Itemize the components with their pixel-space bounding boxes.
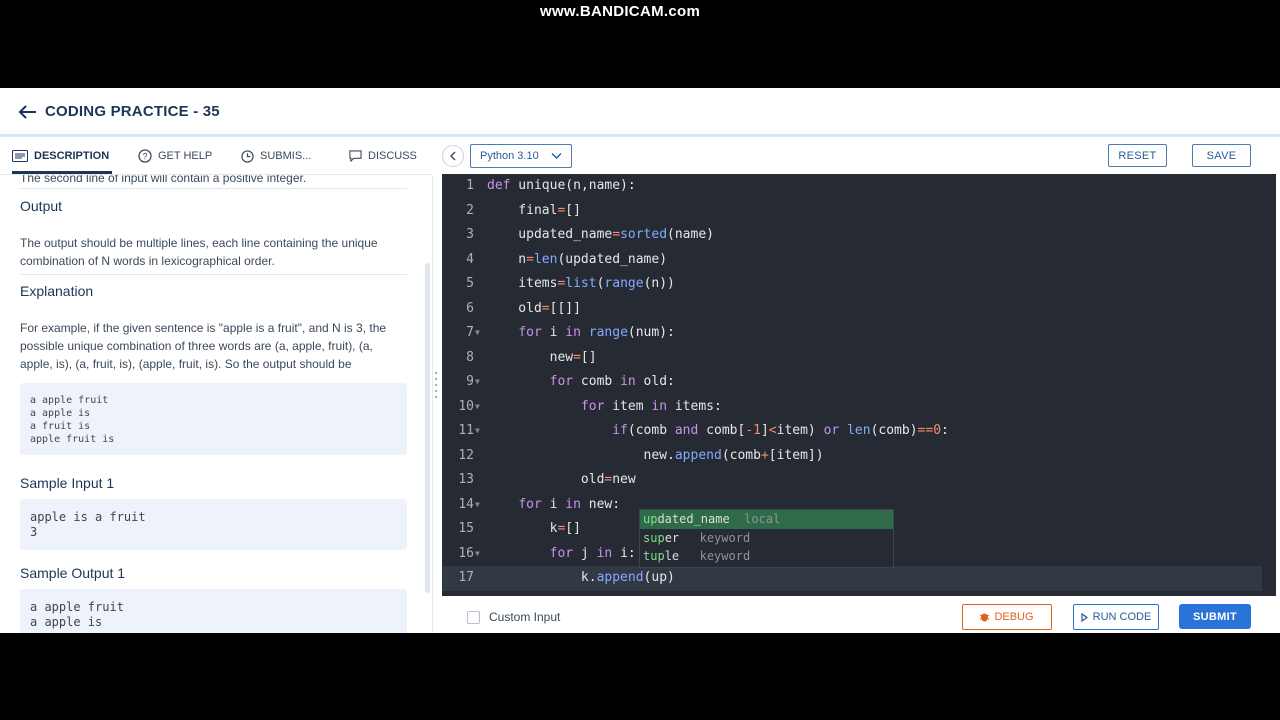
autocomplete-popup[interactable]: updated_name local super keyword tuple k…: [639, 509, 894, 568]
panel-scrollbar[interactable]: [425, 263, 430, 593]
bug-icon: [980, 613, 990, 622]
sample-output-heading: Sample Output 1: [20, 565, 126, 581]
resize-handle[interactable]: [434, 370, 438, 402]
active-tab-indicator: [12, 171, 112, 174]
autocomplete-kind: keyword: [699, 549, 751, 563]
code-line: 12 new.append(comb+[item]): [458, 447, 824, 463]
tab-get-help[interactable]: ? GET HELP: [138, 138, 212, 174]
autocomplete-item[interactable]: updated_name local: [640, 510, 893, 529]
sample-output-line: a apple fruit: [30, 600, 124, 614]
tab-description-label: DESCRIPTION: [34, 150, 110, 162]
sample-input-box: apple is a fruit 3: [20, 499, 407, 550]
document-icon: [12, 150, 28, 162]
explanation-text-1: For example, if the given sentence is "a…: [20, 321, 387, 335]
debug-button[interactable]: DEBUG: [962, 604, 1052, 630]
code-line: 10 ▼ for item in items:: [458, 398, 722, 414]
app: CODING PRACTICE - 35 DESCRIPTION ? GET H…: [0, 88, 1280, 633]
code-line: 8 new=[]: [466, 349, 597, 365]
code-line: 11 ▼ if(comb and comb[-1]<item) or len(co…: [458, 423, 949, 438]
code-line: 13 old=new: [458, 472, 636, 487]
partial-input-line: The second line of input will contain a …: [20, 175, 307, 185]
language-select-value: Python 3.10: [480, 150, 539, 162]
run-code-label: RUN CODE: [1092, 611, 1152, 623]
help-icon: ?: [138, 149, 152, 163]
recording-watermark: www.BANDICAM.com: [540, 3, 701, 20]
description-panel: The second line of input will contain a …: [0, 175, 433, 633]
example-output-box: a apple fruit a apple is a fruit is appl…: [20, 383, 407, 455]
reset-button[interactable]: RESET: [1108, 144, 1167, 167]
sample-input-line: apple is a fruit: [30, 510, 146, 524]
sample-output-box: a apple fruit a apple is: [20, 589, 407, 633]
tab-get-help-label: GET HELP: [158, 150, 213, 162]
code-line-active: 17 k.append(up): [442, 566, 1262, 591]
explanation-text-2: possible unique combination of three wor…: [20, 339, 373, 353]
back-arrow-icon[interactable]: [18, 104, 38, 120]
collapse-panel-button[interactable]: [442, 145, 464, 167]
autocomplete-kind: local: [744, 512, 781, 526]
debug-button-label: DEBUG: [994, 611, 1034, 623]
header: CODING PRACTICE - 35: [0, 88, 1280, 137]
code-line: 1 def unique(n,name):: [466, 178, 636, 193]
output-text-1: The output should be multiple lines, eac…: [20, 236, 378, 250]
autocomplete-kind: keyword: [699, 530, 751, 545]
code-line: 7 ▼ for i in range(num):: [466, 325, 675, 340]
divider: [20, 274, 407, 275]
code-line: 2 final=[]: [466, 202, 581, 218]
example-line: apple fruit is: [30, 434, 115, 445]
code-line: 6 old=[[]]: [466, 300, 581, 316]
run-code-button[interactable]: RUN CODE: [1073, 604, 1159, 630]
explanation-text-3: apple, is), (a, fruit, is), (apple, frui…: [20, 357, 352, 371]
page-title: CODING PRACTICE - 35: [45, 103, 220, 120]
chevron-left-icon: [450, 151, 456, 161]
chat-icon: [349, 150, 362, 162]
output-heading: Output: [20, 198, 63, 214]
sample-input-line: 3: [30, 525, 38, 539]
sample-input-heading: Sample Input 1: [20, 475, 115, 491]
description-tabs: DESCRIPTION ? GET HELP SUBMIS... DISCUSS: [0, 138, 432, 175]
output-text-2: combination of N words in lexicographica…: [20, 254, 275, 268]
autocomplete-match: sup: [643, 530, 665, 545]
chevron-down-icon: [551, 153, 562, 159]
tab-discuss[interactable]: DISCUSS: [349, 138, 417, 174]
autocomplete-rest: er: [664, 530, 680, 545]
divider: [20, 188, 407, 189]
tab-discuss-label: DISCUSS: [368, 150, 417, 162]
code-line: 5 items=list(range(n)): [466, 276, 675, 291]
autocomplete-item[interactable]: tuple keyword: [640, 547, 893, 566]
autocomplete-rest: dated_name: [657, 512, 730, 526]
autocomplete-match: tup: [643, 549, 665, 563]
explanation-heading: Explanation: [20, 283, 94, 299]
example-line: a fruit is: [30, 421, 91, 432]
submit-button[interactable]: SUBMIT: [1179, 604, 1251, 629]
example-line: a apple is: [30, 408, 91, 419]
sample-output-line: a apple is: [30, 615, 103, 629]
clock-icon: [241, 149, 254, 163]
tab-description[interactable]: DESCRIPTION: [12, 138, 109, 174]
play-icon: [1081, 612, 1088, 622]
language-select[interactable]: Python 3.10: [470, 144, 572, 168]
code-line: 4 n=len(updated_name): [466, 251, 668, 267]
custom-input-label: Custom Input: [489, 610, 561, 624]
editor-footer: Custom Input DEBUG RUN CODE SUBMIT: [432, 596, 1280, 633]
autocomplete-match: up: [643, 512, 658, 526]
tab-submissions[interactable]: SUBMIS...: [241, 138, 311, 174]
autocomplete-item[interactable]: super keyword: [640, 529, 893, 548]
tab-submissions-label: SUBMIS...: [260, 150, 312, 162]
example-line: a apple fruit: [30, 395, 109, 406]
save-button[interactable]: SAVE: [1192, 144, 1251, 167]
custom-input-checkbox[interactable]: [467, 611, 480, 624]
code-line: 3 updated_name=sorted(name): [466, 227, 714, 242]
svg-text:?: ?: [142, 152, 147, 162]
autocomplete-rest: le: [664, 549, 680, 563]
editor-toolbar: Python 3.10 RESET SAVE: [432, 138, 1280, 174]
drag-handle-icon: [434, 371, 438, 399]
code-line: 9 ▼ for comb in old:: [466, 374, 675, 389]
